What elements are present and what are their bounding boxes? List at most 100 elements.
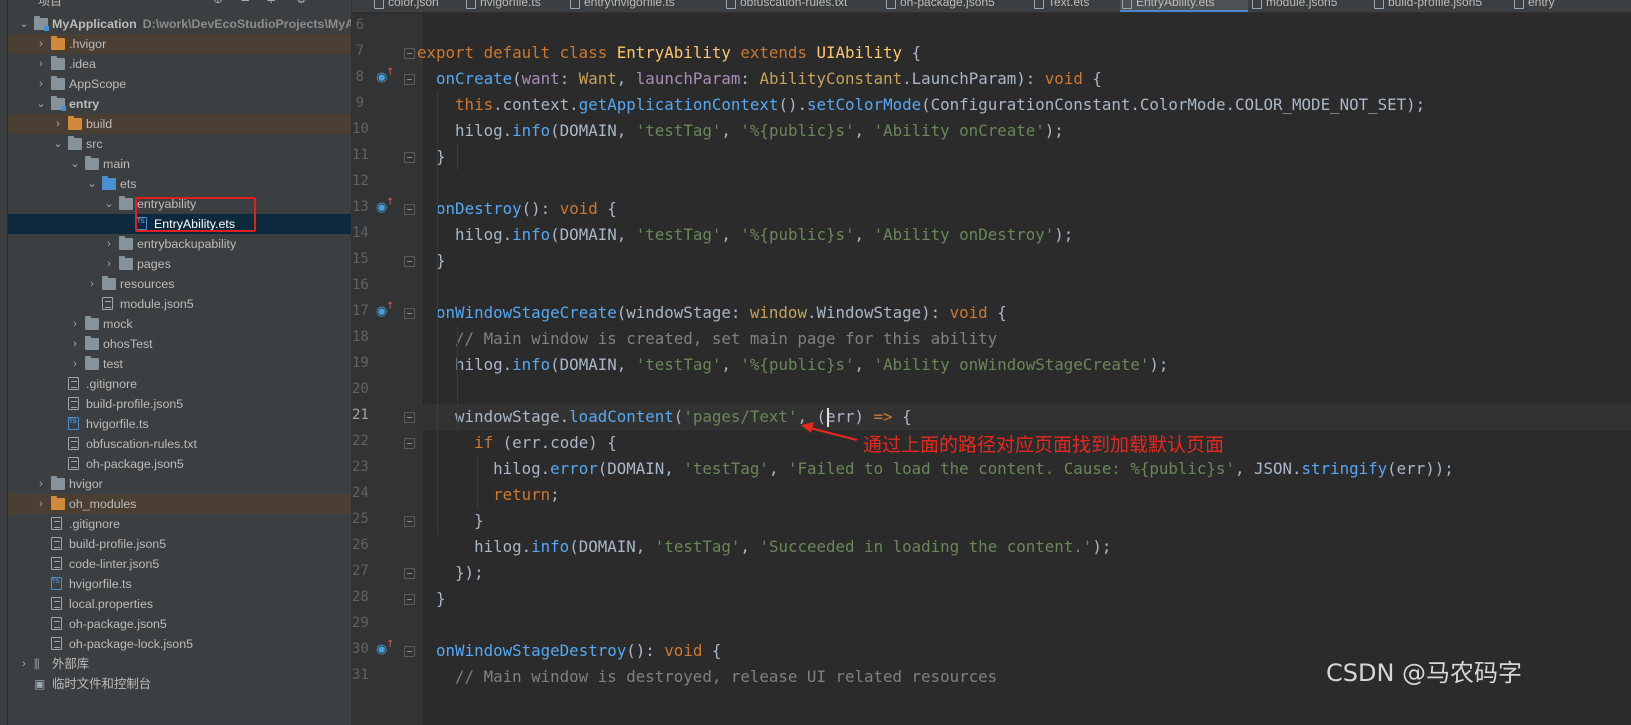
tree-item[interactable]: › test (8, 354, 351, 374)
tree-item-label: ohosTest (103, 337, 153, 351)
library-icon: ⫼ (34, 657, 40, 671)
folder-icon (68, 136, 82, 150)
tree-item[interactable]: ⌄ ets (8, 174, 351, 194)
tree-item[interactable]: oh-package-lock.json5 (8, 634, 351, 654)
tree-item[interactable]: › .hvigor (8, 34, 351, 54)
chevron-right-icon[interactable]: › (35, 54, 47, 74)
tree-item[interactable]: › .idea (8, 54, 351, 74)
chevron-right-icon[interactable]: › (35, 34, 47, 54)
tree-item-label: entrybackupability (137, 237, 237, 251)
tree-item[interactable]: ▣ 临时文件和控制台 (8, 674, 351, 694)
chevron-right-icon[interactable]: › (35, 474, 47, 494)
tree-item[interactable]: hvigorfile.ts (8, 574, 351, 594)
tree-item-label: .idea (69, 57, 96, 71)
folder-icon (119, 236, 133, 250)
tree-item-label: oh-package-lock.json5 (69, 637, 193, 651)
chevron-right-icon[interactable]: › (103, 254, 115, 274)
chevron-down-icon[interactable]: ⌄ (103, 194, 115, 214)
editor-tab[interactable]: color.json (372, 0, 462, 12)
chevron-down-icon[interactable]: ⌄ (18, 14, 30, 34)
tree-item-label: obfuscation-rules.txt (86, 437, 197, 451)
chevron-right-icon[interactable]: › (103, 234, 115, 254)
chevron-right-icon[interactable]: › (86, 274, 98, 294)
editor-tab[interactable]: module.json5 (1250, 0, 1370, 12)
tree-item[interactable]: build-profile.json5 (8, 394, 351, 414)
code-editor[interactable]: 6 7 8 ◉ ↑ 9 10 11 12 13 ◉ ↑ 14 15 16 17 ◉ ↑ 18 19 20 21 22 23 24… (352, 14, 1631, 725)
gear-icon[interactable]: ⚙ (296, 0, 307, 6)
json-file-icon (102, 297, 113, 310)
tree-item-label: src (86, 137, 103, 151)
json-file-icon (68, 397, 79, 410)
collapse-all-icon[interactable]: ≚ (240, 0, 250, 6)
tree-item-label: pages (137, 257, 171, 271)
editor-tab[interactable]: Text.ets (1032, 0, 1118, 12)
tree-item[interactable]: ⌄ MyApplication D:\work\DevEcoStudioProjec… (8, 14, 351, 34)
tree-item[interactable]: ⌄ src (8, 134, 351, 154)
editor-tab-label: build-profile.json5 (1388, 0, 1483, 9)
tree-item[interactable]: › hvigor (8, 474, 351, 494)
editor-tab[interactable]: build-profile.json5 (1372, 0, 1510, 12)
chevron-right-icon[interactable]: › (18, 654, 30, 674)
expand-all-icon[interactable]: ≑ (266, 0, 276, 6)
tree-item[interactable]: module.json5 (8, 294, 351, 314)
module-folder-icon (51, 96, 66, 111)
editor-tab[interactable]: entry\hvigorfile.ts (568, 0, 722, 12)
file-icon (886, 0, 896, 9)
project-panel: 项目 ⊕ ≚ ≑ ⚙ – ⌄ MyApplicationD:\work\DevEc… (8, 0, 352, 725)
editor-tab[interactable]: EntryAbility.ets (1120, 0, 1248, 12)
tree-item[interactable]: hvigorfile.ts (8, 414, 351, 434)
tree-item[interactable]: › ⫼ 外部库 (8, 654, 351, 674)
tree-item[interactable]: › mock (8, 314, 351, 334)
editor-tab[interactable]: oh-package.json5 (884, 0, 1030, 12)
text-file-icon (51, 517, 62, 530)
tree-item[interactable]: › AppScope (8, 74, 351, 94)
tree-item[interactable]: › build (8, 114, 351, 134)
chevron-right-icon[interactable]: › (69, 354, 81, 374)
tree-item[interactable]: code-linter.json5 (8, 554, 351, 574)
tree-item[interactable]: › entrybackupability (8, 234, 351, 254)
left-tool-strip[interactable] (0, 0, 8, 725)
tree-item[interactable]: ⌄ main (8, 154, 351, 174)
tree-item[interactable]: oh-package.json5 (8, 454, 351, 474)
folder-icon (102, 276, 116, 290)
folder-icon (51, 476, 65, 490)
tree-item-label: AppScope (69, 77, 127, 91)
tree-item-label: ets (120, 177, 137, 191)
tree-item[interactable]: obfuscation-rules.txt (8, 434, 351, 454)
tree-item[interactable]: ⌄ entry (8, 94, 351, 114)
tree-item[interactable]: › resources (8, 274, 351, 294)
tree-item[interactable]: local.properties (8, 594, 351, 614)
properties-file-icon (51, 597, 62, 610)
folder-icon (51, 76, 65, 90)
tree-item[interactable]: .gitignore (8, 374, 351, 394)
tree-item[interactable]: build-profile.json5 (8, 534, 351, 554)
tree-item[interactable]: › ohosTest (8, 334, 351, 354)
tree-item[interactable]: › pages (8, 254, 351, 274)
chevron-right-icon[interactable]: › (52, 114, 64, 134)
tree-item-label: entry (69, 97, 100, 111)
locate-icon[interactable]: ⊕ (213, 0, 223, 6)
chevron-down-icon[interactable]: ⌄ (86, 174, 98, 194)
hide-panel-icon[interactable]: – (324, 0, 330, 6)
chevron-right-icon[interactable]: › (35, 494, 47, 514)
file-icon (374, 0, 384, 9)
chevron-down-icon[interactable]: ⌄ (52, 134, 64, 154)
tree-item-label: module.json5 (120, 297, 194, 311)
editor-tab[interactable]: hvigorfile.ts (464, 0, 566, 12)
folder-icon (119, 256, 133, 270)
editor-tab[interactable]: obfuscation-rules.txt (724, 0, 882, 12)
chevron-right-icon[interactable]: › (69, 334, 81, 354)
tree-item[interactable]: .gitignore (8, 514, 351, 534)
tree-item-label: hvigorfile.ts (69, 577, 132, 591)
json-file-icon (51, 557, 62, 570)
project-panel-title[interactable]: 项目 (38, 0, 62, 9)
annotation-arrow (801, 422, 858, 441)
chevron-right-icon[interactable]: › (35, 74, 47, 94)
file-icon (570, 0, 580, 9)
tree-item[interactable]: oh-package.json5 (8, 614, 351, 634)
tree-item[interactable]: › oh_modules (8, 494, 351, 514)
chevron-down-icon[interactable]: ⌄ (35, 94, 47, 114)
editor-tab[interactable]: entry (1512, 0, 1572, 12)
chevron-down-icon[interactable]: ⌄ (69, 154, 81, 174)
chevron-right-icon[interactable]: › (69, 314, 81, 334)
